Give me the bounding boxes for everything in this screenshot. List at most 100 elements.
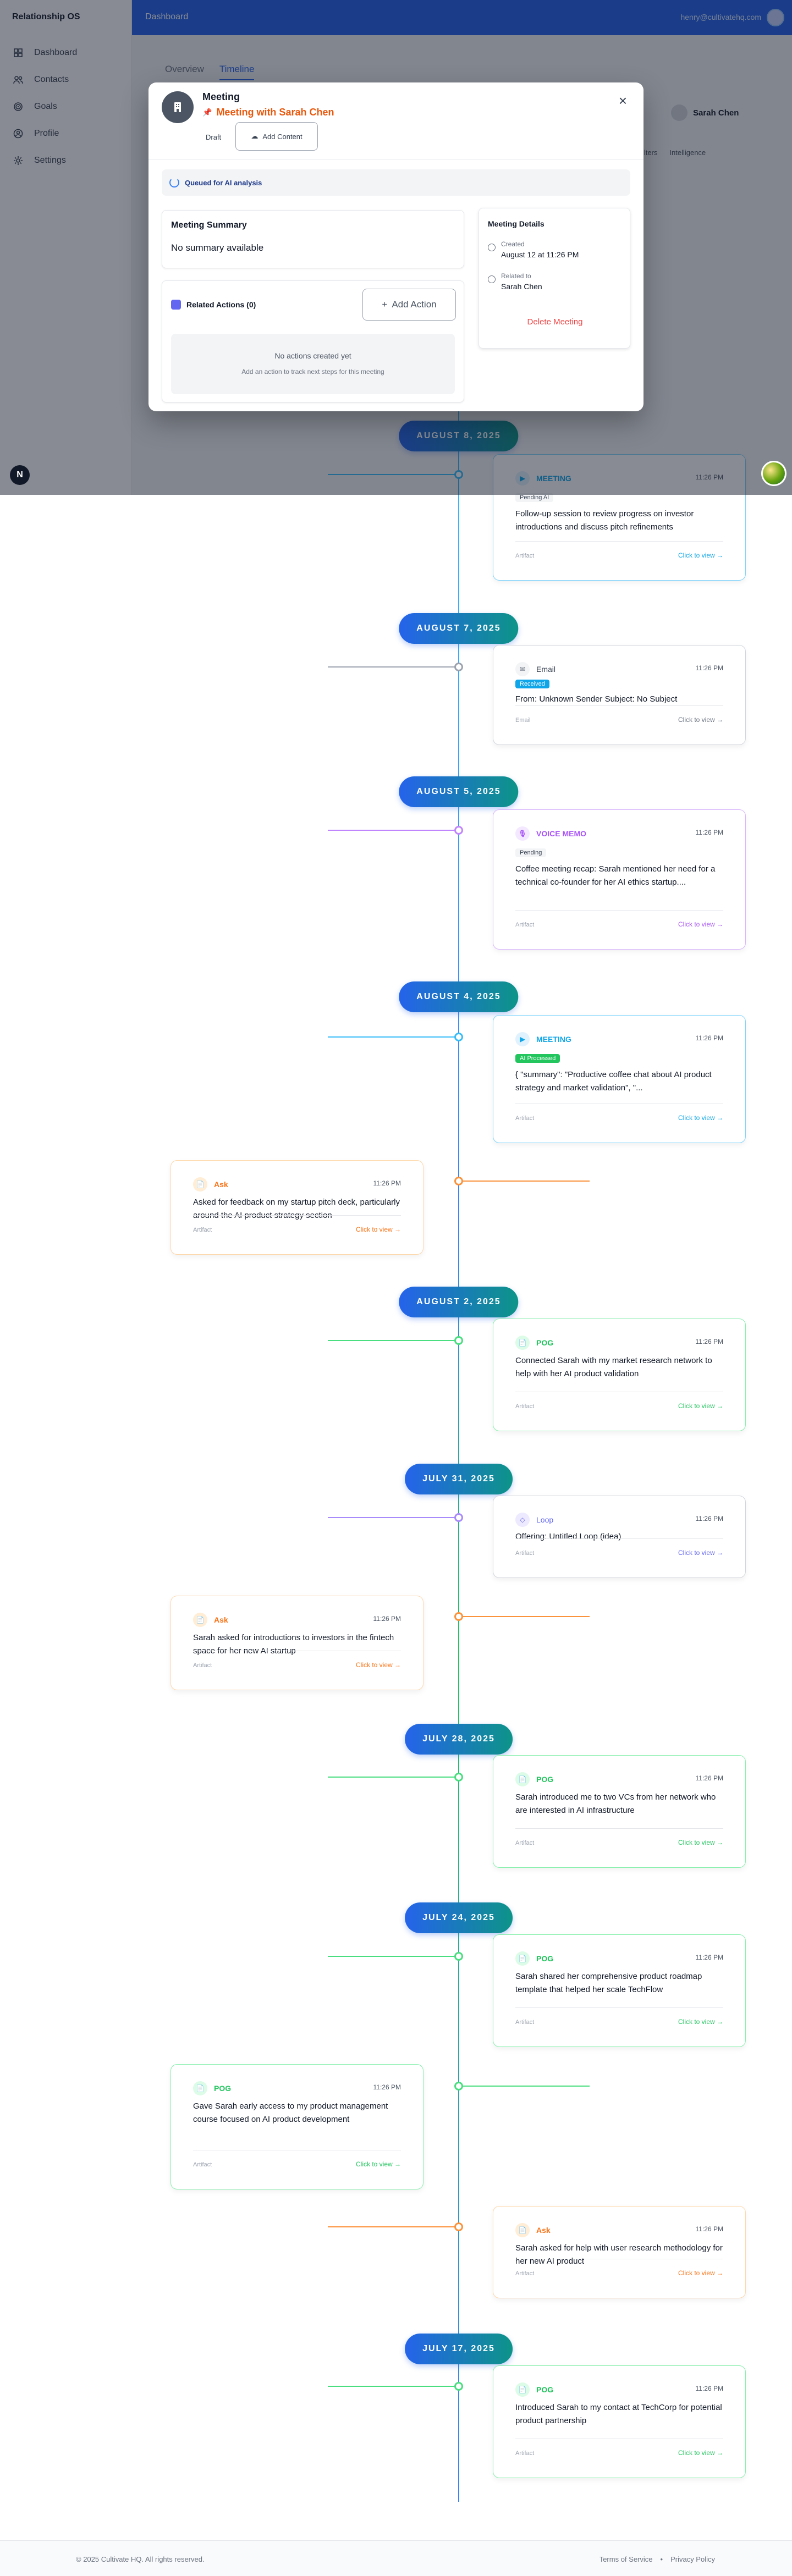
click-to-view-link[interactable]: Click to view → (678, 551, 723, 559)
card-divider (515, 705, 723, 706)
timeline-card-loop[interactable]: ◇ Loop 11:26 PM Offering: Untitled Loop (id… (493, 1496, 746, 1578)
card-type: Ask (214, 1615, 228, 1624)
timeline-card-voice[interactable]: 🎙 VOICE MEMO 11:26 PM Pending Coffee meeting… (493, 809, 746, 950)
click-to-view-link[interactable]: Click to view → (678, 1402, 723, 1410)
timeline-card-pog[interactable]: 📄 POG 11:26 PM Sarah introduced me to two V… (493, 1755, 746, 1868)
timeline-card-pog[interactable]: 📄 POG 11:26 PM Gave Sarah early access to m… (170, 2064, 424, 2189)
timeline-connector (328, 1340, 458, 1341)
timeline-connector (328, 1517, 458, 1518)
timeline-card-email[interactable]: ✉ Email 11:26 PM Received From: Unknown Send… (493, 645, 746, 745)
card-header: 📄 Ask (193, 1177, 228, 1192)
mail-icon: ✉ (515, 662, 530, 676)
card-time: 11:26 PM (373, 1615, 401, 1623)
clock-icon (488, 244, 496, 251)
card-category: Artifact (515, 553, 535, 559)
card-header: 📄 POG (515, 2382, 553, 2397)
timeline-dot (454, 1952, 463, 1961)
summary-title: Meeting Summary (171, 220, 247, 230)
assistant-avatar[interactable] (761, 461, 787, 486)
close-icon[interactable]: × (619, 93, 627, 108)
click-to-view-link[interactable]: Click to view → (678, 1114, 723, 1122)
created-row: Created August 12 at 11:26 PM (488, 240, 579, 259)
timeline-connector (328, 2386, 458, 2387)
add-action-label: Add Action (392, 299, 437, 310)
click-to-view-link[interactable]: Click to view → (678, 2269, 723, 2277)
actions-empty-state: No actions created yet Add an action to … (171, 334, 455, 394)
card-category: Artifact (193, 1662, 212, 1669)
timeline-dot (454, 663, 463, 671)
timeline-card-ask[interactable]: 📄 Ask 11:26 PM Asked for feedback on my sta… (170, 1160, 424, 1255)
timeline-dot (454, 1612, 463, 1621)
card-time: 11:26 PM (373, 1179, 401, 1187)
delete-meeting-button[interactable]: Delete Meeting (479, 317, 631, 327)
timeline-dot (454, 1033, 463, 1041)
timeline-card-ask[interactable]: 📄 Ask 11:26 PM Sarah asked for introduction… (170, 1596, 424, 1690)
add-content-button[interactable]: ☁ Add Content (235, 122, 318, 151)
click-to-view-link[interactable]: Click to view → (678, 1549, 723, 1557)
timeline-date: JULY 28, 2025 (405, 1724, 513, 1755)
click-to-view-link[interactable]: Click to view → (356, 2160, 401, 2168)
empty-title: No actions created yet (274, 351, 351, 360)
timeline-card-ask[interactable]: 📄 Ask 11:26 PM Sarah asked for help with us… (493, 2206, 746, 2298)
click-to-view-link[interactable]: Click to view → (678, 2018, 723, 2026)
click-to-view-link[interactable]: Click to view → (356, 1661, 401, 1669)
timeline-date: JULY 17, 2025 (405, 2334, 513, 2364)
document-icon: 📄 (515, 1951, 530, 1966)
click-to-view-link[interactable]: Click to view → (678, 716, 723, 724)
add-content-label: Add Content (262, 132, 302, 141)
status-badge: AI Processed (515, 1054, 560, 1063)
timeline-card-meet[interactable]: ▶ MEETING 11:26 PM AI Processed { "summary":… (493, 1015, 746, 1143)
pin-icon: 📌 (202, 108, 212, 117)
checklist-icon (171, 300, 181, 310)
click-to-view-link[interactable]: Click to view → (678, 2449, 723, 2457)
terms-link[interactable]: Terms of Service (600, 2555, 653, 2563)
loop-icon: ◇ (515, 1513, 530, 1527)
card-text: Follow-up session to review progress on … (515, 509, 694, 532)
click-to-view-link[interactable]: Click to view → (356, 1226, 401, 1233)
add-action-button[interactable]: + Add Action (362, 289, 456, 321)
created-value: August 12 at 11:26 PM (501, 250, 579, 259)
timeline-date: AUGUST 5, 2025 (399, 776, 519, 807)
user-icon (488, 275, 496, 283)
timeline-card-pog[interactable]: 📄 POG 11:26 PM Sarah shared her comprehensi… (493, 1934, 746, 2047)
timeline-dot (454, 2082, 463, 2090)
click-to-view-link[interactable]: Click to view → (678, 1839, 723, 1846)
ai-queue-status: Queued for AI analysis (162, 169, 630, 196)
copyright: © 2025 Cultivate HQ. All rights reserved… (76, 2555, 205, 2563)
card-header: ◇ Loop (515, 1513, 553, 1527)
card-time: 11:26 PM (695, 1515, 723, 1523)
card-time: 11:26 PM (695, 1954, 723, 1961)
card-divider (515, 541, 723, 542)
card-header: ✉ Email (515, 662, 556, 676)
card-type: POG (214, 2084, 232, 2093)
timeline-card-pog[interactable]: 📄 POG 11:26 PM Connected Sarah with my mark… (493, 1319, 746, 1431)
timeline-date: AUGUST 4, 2025 (399, 981, 519, 1012)
timeline-axis (458, 374, 459, 2502)
card-divider (515, 1828, 723, 1829)
timeline-card-pog[interactable]: 📄 POG 11:26 PM Introduced Sarah to my conta… (493, 2365, 746, 2478)
timeline-connector (328, 2226, 458, 2227)
card-category: Artifact (193, 2161, 212, 2168)
meeting-summary-card: Meeting Summary No summary available (162, 210, 464, 268)
help-button[interactable]: N (10, 465, 30, 485)
card-category: Artifact (515, 2019, 535, 2026)
status-badge: Pending (515, 848, 547, 857)
timeline-connector (328, 666, 458, 668)
card-divider (515, 1538, 723, 1539)
card-text: Sarah shared her comprehensive product r… (515, 1972, 702, 1994)
video-icon: ▶ (515, 1032, 530, 1046)
card-header: 📄 POG (515, 1336, 553, 1350)
card-header: ▶ MEETING (515, 1032, 571, 1046)
card-time: 11:26 PM (695, 1034, 723, 1042)
card-text: Sarah asked for help with user research … (515, 2243, 723, 2266)
card-type: Ask (214, 1180, 228, 1189)
timeline-connector (328, 1956, 458, 1957)
card-header: 🎙 VOICE MEMO (515, 826, 586, 841)
timeline-dot (454, 1336, 463, 1345)
card-type: POG (536, 1954, 554, 1963)
card-header: 📄 Ask (515, 2223, 551, 2237)
click-to-view-link[interactable]: Click to view → (678, 920, 723, 928)
card-type: Email (536, 665, 556, 674)
modal-header: Meeting 📌 Meeting with Sarah Chen Draft … (148, 82, 644, 159)
privacy-link[interactable]: Privacy Policy (670, 2555, 715, 2563)
